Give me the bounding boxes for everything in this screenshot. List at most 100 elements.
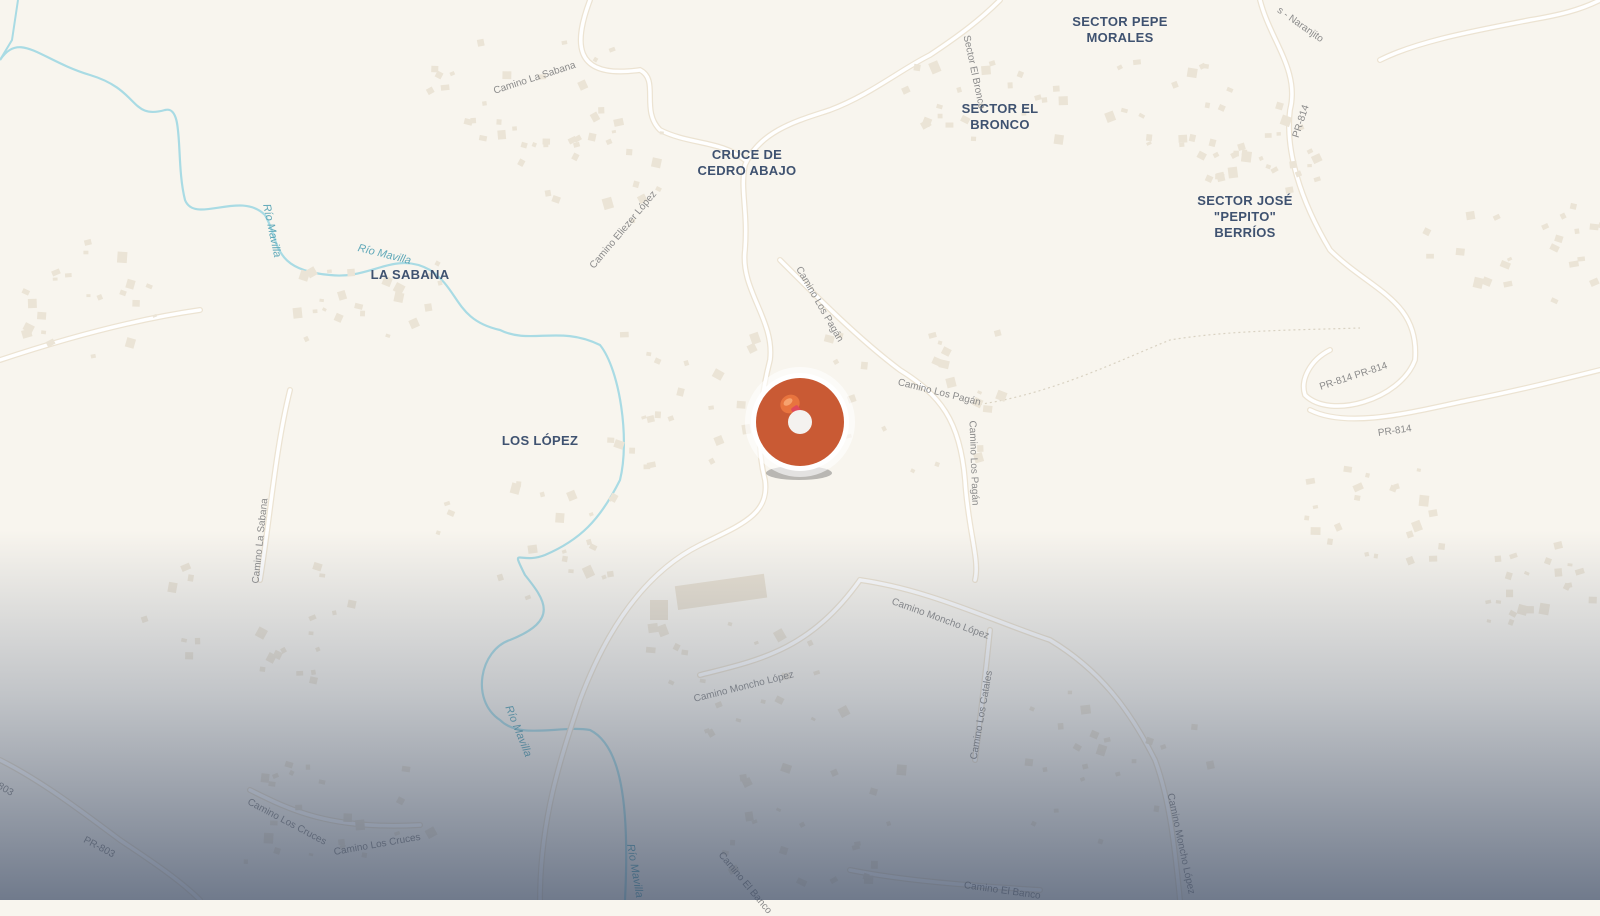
building-footprint <box>736 400 746 409</box>
building-footprint <box>587 132 597 142</box>
building-footprint <box>1455 247 1465 256</box>
building-footprint <box>619 331 629 338</box>
building-footprint <box>607 437 615 443</box>
building-footprint <box>1465 210 1476 221</box>
building-footprint <box>1373 553 1379 559</box>
building-footprint <box>319 298 325 303</box>
building-footprint <box>1067 690 1073 695</box>
building-footprint <box>1186 67 1198 79</box>
building-footprint <box>1353 494 1361 501</box>
building-footprint <box>654 411 662 419</box>
building-footprint <box>305 764 311 770</box>
place-label-sector-el-bronco[interactable]: SECTOR EL BRONCO <box>940 101 1060 133</box>
building-footprint <box>913 63 921 72</box>
building-footprint <box>1494 555 1502 563</box>
building-footprint <box>185 652 194 660</box>
building-footprint <box>708 405 715 411</box>
building-footprint <box>1574 228 1580 235</box>
building-footprint <box>83 250 89 255</box>
building-footprint <box>981 65 992 76</box>
building-footprint <box>482 100 487 106</box>
building-footprint <box>116 251 128 264</box>
building-footprint <box>1145 134 1153 142</box>
building-footprint <box>401 765 411 773</box>
building-footprint <box>512 126 518 131</box>
building-footprint <box>440 84 450 91</box>
building-footprint <box>1179 142 1185 148</box>
building-footprint <box>1589 223 1599 231</box>
building-footprint <box>598 106 605 114</box>
building-footprint <box>1132 59 1142 66</box>
building-footprint <box>1204 102 1211 109</box>
building-footprint <box>295 804 303 811</box>
building-footprint <box>326 269 332 274</box>
building-footprint <box>52 277 58 281</box>
place-label-los-lopez[interactable]: LOS LÓPEZ <box>480 433 600 449</box>
building-footprint <box>1289 160 1298 169</box>
building-footprint <box>187 574 195 582</box>
building-footprint <box>1577 256 1586 262</box>
building-footprint <box>647 622 659 634</box>
building-footprint <box>1131 759 1137 764</box>
building-footprint <box>497 129 507 140</box>
building-footprint <box>625 148 633 156</box>
building-footprint <box>424 303 433 312</box>
building-footprint <box>263 832 274 844</box>
place-label-sector-jose-pepito-berrios[interactable]: SECTOR JOSÉ "PEPITO" BERRÍOS <box>1180 193 1310 241</box>
marker-disc <box>756 378 844 466</box>
building-footprint <box>268 781 276 787</box>
building-footprint <box>1264 133 1272 138</box>
building-footprint <box>86 294 91 298</box>
building-footprint <box>1538 602 1551 616</box>
building-footprint <box>561 555 569 563</box>
building-footprint <box>1307 164 1312 168</box>
building-footprint <box>542 138 551 145</box>
place-label-cruce-de-cedro-abajo[interactable]: CRUCE DE CEDRO ABAJO <box>677 147 817 179</box>
building-footprint <box>1024 758 1034 767</box>
building-footprint <box>1418 494 1430 507</box>
building-footprint <box>863 875 874 885</box>
location-marker[interactable] <box>751 373 849 471</box>
building-footprint <box>659 131 664 135</box>
building-footprint <box>343 813 353 823</box>
building-footprint <box>982 405 993 413</box>
building-footprint <box>355 819 366 831</box>
place-label-la-sabana[interactable]: LA SABANA <box>350 267 470 283</box>
building-footprint <box>1190 723 1198 731</box>
building-footprint <box>1080 704 1092 715</box>
building-footprint <box>1053 134 1065 145</box>
building-footprint <box>476 38 485 47</box>
building-footprint <box>431 65 439 73</box>
building-footprint <box>259 666 266 673</box>
building-footprint <box>741 423 752 435</box>
building-footprint <box>1438 542 1446 551</box>
building-footprint <box>1052 85 1060 92</box>
building-footprint <box>1506 589 1514 598</box>
building-footprint <box>1007 82 1013 89</box>
building-footprint <box>1153 805 1160 813</box>
building-footprint <box>1240 150 1253 163</box>
building-footprint <box>167 581 178 594</box>
building-footprint <box>896 764 907 776</box>
building-footprint <box>1233 150 1239 157</box>
building-footprint <box>1554 568 1563 577</box>
building-footprint <box>496 119 502 125</box>
building-footprint <box>1227 166 1239 179</box>
building-footprint <box>361 852 368 858</box>
building-footprint <box>194 637 201 645</box>
marker-center-dot <box>788 410 812 434</box>
building-footprint <box>292 307 303 319</box>
building-footprint <box>1310 527 1321 535</box>
building-footprint <box>360 310 366 317</box>
building-footprint <box>1042 766 1048 773</box>
building-footprint <box>1567 563 1573 567</box>
building-footprint <box>64 273 72 278</box>
building-footprint <box>312 309 318 314</box>
building-footprint <box>860 361 868 370</box>
building-footprint <box>970 136 977 142</box>
place-label-sector-pepe-morales[interactable]: SECTOR PEPE MORALES <box>1060 14 1180 46</box>
map-canvas[interactable]: SECTOR PEPE MORALES SECTOR EL BRONCO CRU… <box>0 0 1600 916</box>
building-footprint <box>502 71 512 80</box>
building-footprint <box>1053 808 1059 813</box>
building-footprint <box>744 811 754 822</box>
